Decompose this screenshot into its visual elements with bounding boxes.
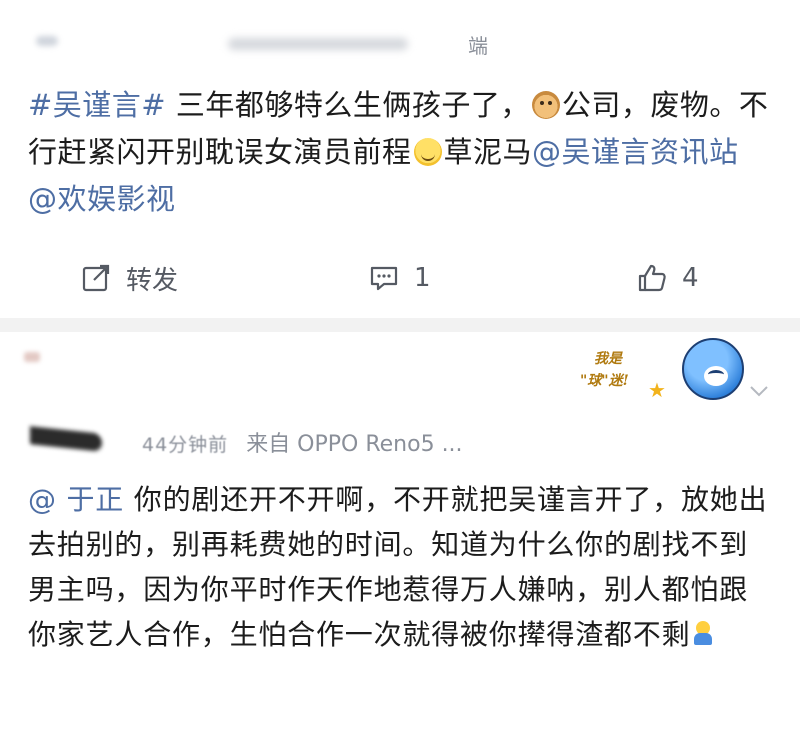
post-text-segment: 草泥马 xyxy=(443,135,533,169)
mention-link[interactable]: @欢娱影视 xyxy=(28,182,176,216)
repost-button[interactable]: 转发 xyxy=(80,258,178,298)
avatar-redacted xyxy=(36,36,58,46)
post-meta-redacted xyxy=(228,38,408,50)
mention-link[interactable]: @吴谨言资讯站 xyxy=(532,135,739,169)
section-divider xyxy=(0,318,800,332)
username-redacted xyxy=(30,426,102,452)
repost-label: 转发 xyxy=(126,265,179,296)
chevron-down-icon[interactable] xyxy=(748,380,770,402)
smile-emoji-icon xyxy=(413,138,442,166)
weibo-post: 端 #吴谨言# 三年都够特么生俩孩子了， 公司，废物。不行赶紧闪开别耽误女演员前程… xyxy=(0,0,800,318)
repost-icon xyxy=(82,264,110,292)
comment-icon xyxy=(370,266,398,291)
comment-body: @ 于正 你的剧还开不开啊，不开就把吴谨言开了，放她出去拍别的，别再耗费她的时间… xyxy=(28,477,772,657)
shrug-emoji-icon xyxy=(690,621,716,647)
comment-button[interactable]: 1 xyxy=(368,258,431,298)
sticker-text: 我是 "球"迷! xyxy=(580,351,629,389)
post-author-header-redacted xyxy=(28,28,448,58)
post-text-segment: 三年都够特么生俩孩子了， xyxy=(166,88,530,122)
thumbs-up-icon xyxy=(638,264,666,292)
like-count: 4 xyxy=(682,263,699,293)
comment-count: 1 xyxy=(414,263,431,293)
fan-badge-sticker: 我是 "球"迷! ★ xyxy=(580,338,750,418)
mention-link[interactable]: @ 于正 xyxy=(28,483,124,516)
comment-item: 我是 "球"迷! ★ 44分钟前 来自 OPPO Reno5 ... @ 于正 你… xyxy=(0,332,800,737)
avatar-redacted xyxy=(24,352,40,362)
comment-text: 你的剧还开不开啊，不开就把吴谨言开了，放她出去拍别的，别再耗费她的时间。知道为什… xyxy=(28,483,768,651)
like-button[interactable]: 4 xyxy=(636,258,699,298)
star-icon: ★ xyxy=(648,378,666,402)
comment-source: 来自 OPPO Reno5 ... xyxy=(246,432,463,457)
post-action-bar: 转发 1 4 xyxy=(0,258,800,298)
dog-emoji-icon xyxy=(531,91,560,119)
comment-meta: 44分钟前 来自 OPPO Reno5 ... xyxy=(142,426,463,458)
post-body: #吴谨言# 三年都够特么生俩孩子了， 公司，废物。不行赶紧闪开别耽误女演员前程 草泥… xyxy=(28,82,772,223)
comment-time: 44分钟前 xyxy=(142,434,229,456)
post-source-label: 端 xyxy=(468,34,488,58)
ball-mascot-icon xyxy=(682,338,744,400)
hashtag-link[interactable]: #吴谨言# xyxy=(28,88,166,122)
